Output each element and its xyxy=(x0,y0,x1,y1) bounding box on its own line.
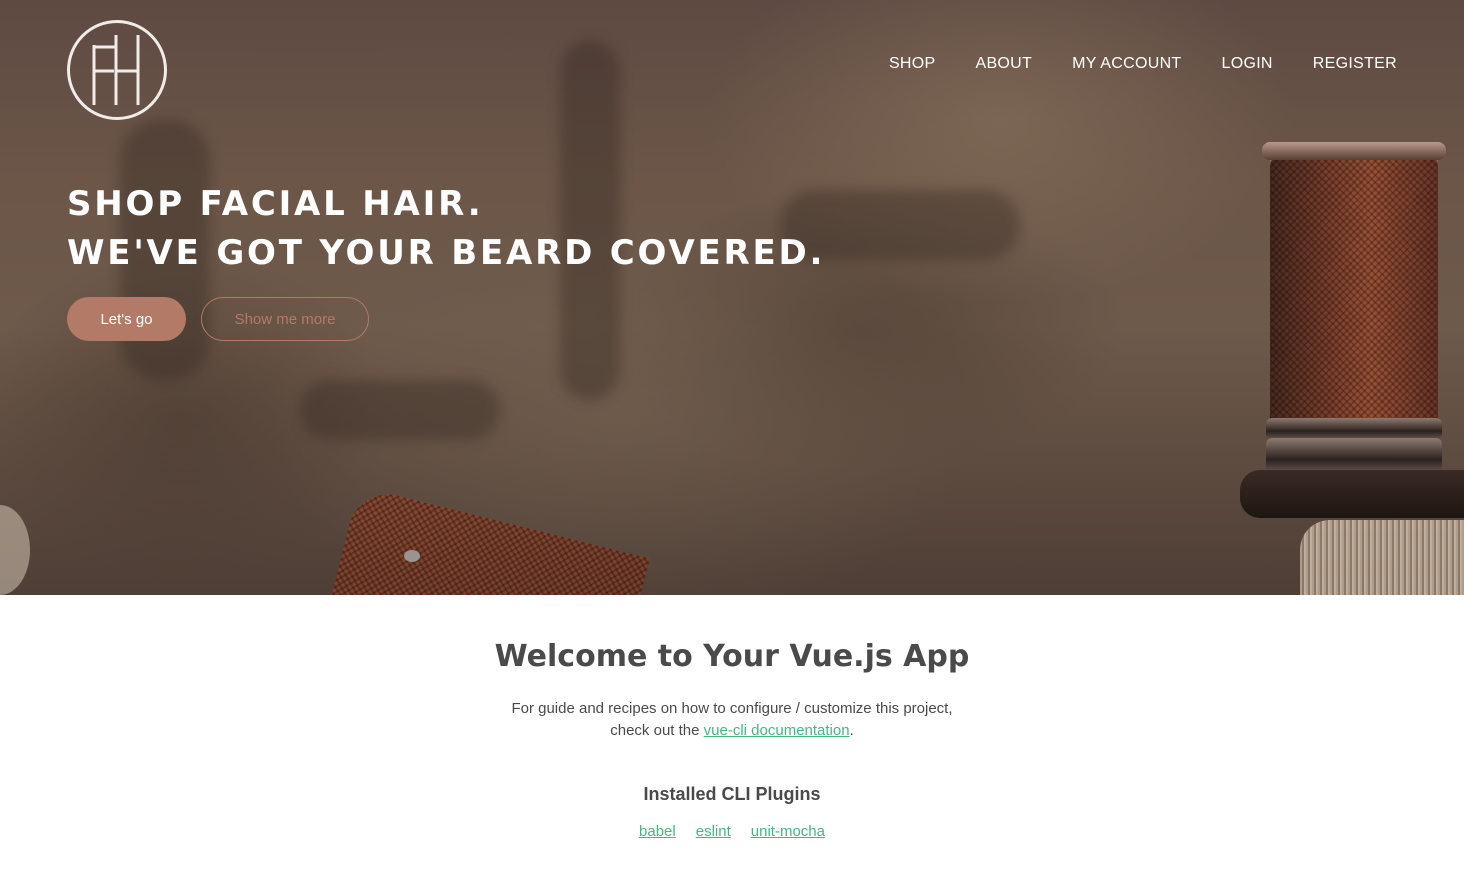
list-item: eslint xyxy=(696,823,731,841)
main-nav: SHOP ABOUT MY ACCOUNT LOGIN REGISTER xyxy=(889,55,1397,73)
vue-cli-documentation-link[interactable]: vue-cli documentation xyxy=(704,722,850,739)
nav-item-login[interactable]: LOGIN xyxy=(1222,55,1273,73)
plugins-list: babel eslint unit-mocha xyxy=(0,823,1464,841)
plugin-link-unit-mocha[interactable]: unit-mocha xyxy=(751,823,825,840)
page-title: Welcome to Your Vue.js App xyxy=(494,639,970,674)
plugins-heading: Installed CLI Plugins xyxy=(643,784,821,804)
welcome-section: Welcome to Your Vue.js App For guide and… xyxy=(0,595,1464,841)
guide-text: For guide and recipes on how to configur… xyxy=(0,698,1464,742)
list-item: babel xyxy=(639,823,676,841)
plugin-link-eslint[interactable]: eslint xyxy=(696,823,731,840)
razor-handle-image xyxy=(320,486,650,595)
plugin-link-babel[interactable]: babel xyxy=(639,823,676,840)
list-item: unit-mocha xyxy=(751,823,825,841)
brand-logo[interactable] xyxy=(67,20,167,120)
razor-cap xyxy=(1262,142,1446,160)
nav-item-register[interactable]: REGISTER xyxy=(1313,55,1397,73)
razor-ring xyxy=(1266,438,1442,474)
logo-mark xyxy=(92,35,140,105)
guide-text-line-1: For guide and recipes on how to configur… xyxy=(511,700,953,717)
lets-go-button[interactable]: Let's go xyxy=(67,297,186,341)
hero-headline-line-2: WE'VE GOT YOUR BEARD COVERED. xyxy=(67,233,826,273)
background-object xyxy=(0,505,30,595)
nav-item-about[interactable]: ABOUT xyxy=(975,55,1032,73)
show-me-more-button[interactable]: Show me more xyxy=(201,297,369,341)
hero-headline-line-1: SHOP FACIAL HAIR. xyxy=(67,184,484,224)
razor-ring xyxy=(1266,418,1442,440)
shaving-brush-image xyxy=(1300,520,1464,595)
guide-text-line-2: check out the xyxy=(610,722,700,739)
nav-item-shop[interactable]: SHOP xyxy=(889,55,936,73)
background-texture xyxy=(300,380,500,440)
razor-handle-screw xyxy=(404,550,420,562)
razor-base xyxy=(1240,470,1464,518)
hero-banner: SHOP ABOUT MY ACCOUNT LOGIN REGISTER SHO… xyxy=(0,0,1464,595)
nav-item-my-account[interactable]: MY ACCOUNT xyxy=(1072,55,1181,73)
razor-image xyxy=(1270,150,1438,425)
hero-headline: SHOP FACIAL HAIR. WE'VE GOT YOUR BEARD C… xyxy=(67,180,825,278)
guide-text-period: . xyxy=(849,722,854,739)
